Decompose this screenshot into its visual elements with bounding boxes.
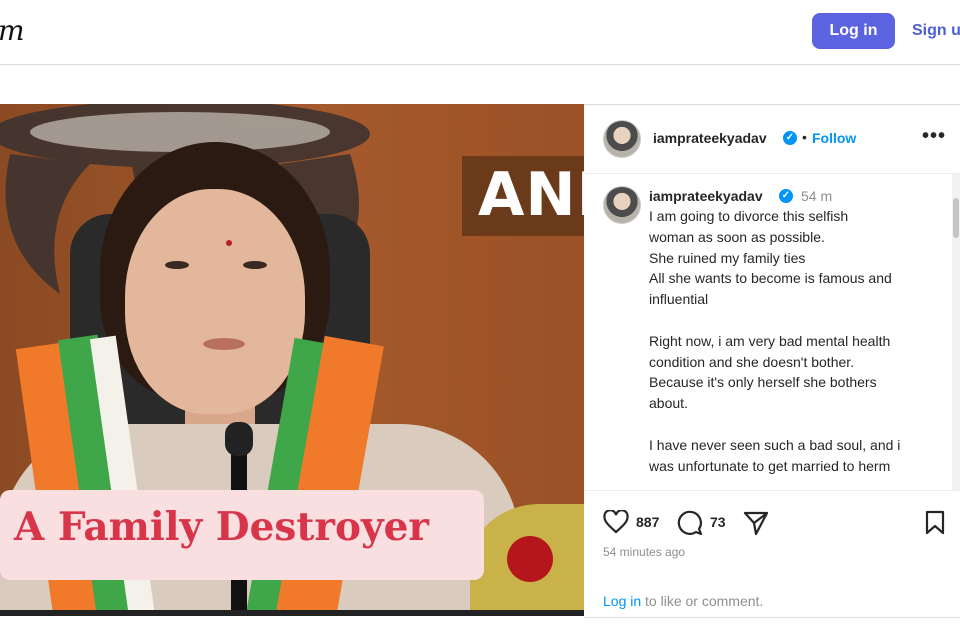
caption-line: Because it's only herself she bothers xyxy=(649,374,877,391)
media-bottom-edge xyxy=(0,610,584,616)
caption-line: woman as soon as possible. xyxy=(649,228,825,245)
separator-dot: • xyxy=(802,129,807,145)
caption-line xyxy=(649,310,939,331)
person-bindi xyxy=(226,240,232,246)
login-prompt-suffix: to like or comment. xyxy=(641,593,764,609)
posted-time: 54 minutes ago xyxy=(603,545,686,559)
comment-count: 73 xyxy=(710,514,726,530)
caption-line: about. xyxy=(649,395,688,412)
author-avatar[interactable] xyxy=(603,120,641,158)
login-button[interactable]: Log in xyxy=(812,13,895,49)
top-header: m Log in Sign up xyxy=(0,0,960,65)
login-link[interactable]: Log in xyxy=(603,593,641,609)
author-username[interactable]: iamprateekyadav xyxy=(653,130,767,146)
login-prompt: Log in to like or comment. xyxy=(603,593,763,609)
post-actions: 887 73 54 minutes ago Log in to like or … xyxy=(584,490,960,618)
heart-icon[interactable] xyxy=(603,510,629,534)
verified-badge-icon: ✓ xyxy=(783,131,797,145)
caption-comment: iamprateekyadav ✓ 54 m I am going to div… xyxy=(584,174,960,490)
caption-line: I am going to divorce this selfish xyxy=(649,208,849,224)
caption-line: She ruined my family ties xyxy=(649,249,806,266)
caption-line xyxy=(649,414,939,435)
ani-watermark: ANI xyxy=(478,160,584,230)
post-header: iamprateekyadav ✓ • Follow ••• xyxy=(584,105,960,174)
verified-badge-icon: ✓ xyxy=(779,189,793,203)
comments-scrollbar-thumb[interactable] xyxy=(953,198,959,238)
caption-line: I have never seen such a bad soul, and i xyxy=(649,436,901,453)
caption-author-avatar[interactable] xyxy=(603,186,641,224)
like-count: 887 xyxy=(636,514,660,530)
red-rose xyxy=(507,536,553,582)
caption-author-username[interactable]: iamprateekyadav xyxy=(649,188,763,204)
person-face xyxy=(125,189,305,414)
caption-line: was unfortunate to get married to herm xyxy=(649,457,891,474)
post-details-panel: iamprateekyadav ✓ • Follow ••• iampratee… xyxy=(584,104,960,618)
signup-link[interactable]: Sign up xyxy=(912,22,960,40)
follow-button[interactable]: Follow xyxy=(812,130,856,146)
caption-line: Right now, i am very bad mental health xyxy=(649,332,891,349)
person-mouth xyxy=(203,338,245,350)
caption-overlay-text: A Family Destroyer xyxy=(14,504,429,550)
post-image[interactable]: ANI A Family Destroyer xyxy=(0,104,584,616)
bookmark-icon[interactable] xyxy=(924,510,946,536)
microphone-head xyxy=(225,422,253,456)
instagram-logo[interactable]: m xyxy=(0,14,25,47)
caption-time: 54 m xyxy=(801,188,833,204)
caption-line: All she wants to become is famous and xyxy=(649,270,892,287)
person-eye-right xyxy=(243,261,267,269)
caption-text: I am going to divorce this selfish woman … xyxy=(649,206,939,476)
more-options-icon[interactable]: ••• xyxy=(922,125,946,148)
comment-icon[interactable] xyxy=(677,510,703,536)
caption-line: condition and she doesn't bother. xyxy=(649,353,855,370)
caption-line: influential xyxy=(649,291,709,308)
person-eye-left xyxy=(165,261,189,269)
send-icon[interactable] xyxy=(743,510,769,536)
